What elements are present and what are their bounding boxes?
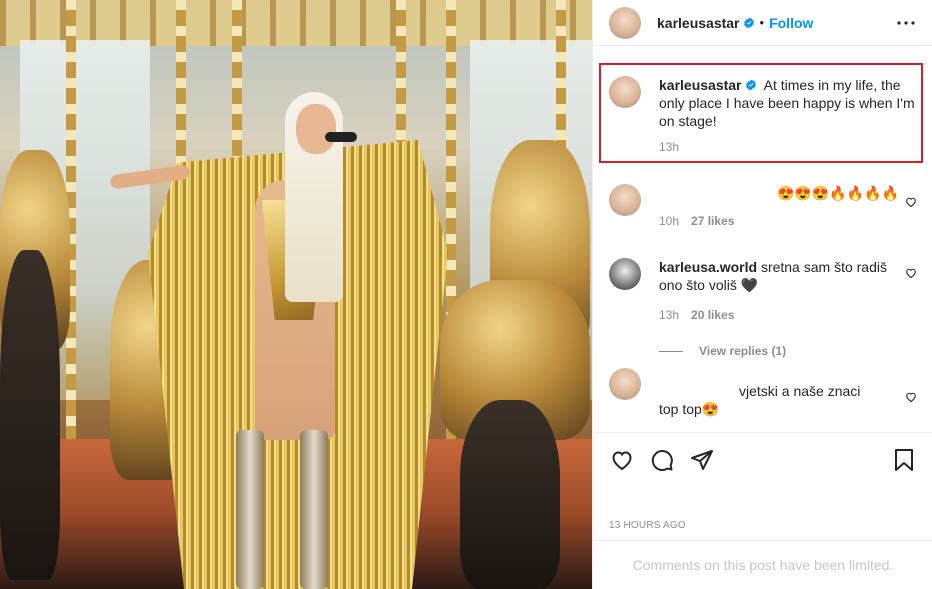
post-side-panel: karleusastar • Follow karleusastar At ti… [592, 0, 932, 589]
comment-likes[interactable]: 20 likes [691, 308, 734, 322]
comment-author[interactable]: karleusa.world [659, 259, 757, 275]
commenter-avatar[interactable] [609, 368, 641, 400]
save-button[interactable] [891, 447, 917, 473]
comment-text: 😍😍😍🔥🔥🔥🔥 [776, 185, 899, 201]
caption: karleusastar At times in my life, the on… [609, 76, 917, 154]
caption-meta: 13h [659, 140, 917, 154]
author-avatar[interactable] [609, 6, 641, 39]
comment-text-line1: vjetski a naše znaci [739, 383, 861, 399]
share-icon [691, 449, 713, 470]
post-photo[interactable] [0, 0, 592, 589]
comments-limited-notice: Comments on this post have been limited. [593, 540, 932, 589]
share-button[interactable] [689, 447, 715, 473]
caption-text: karleusastar At times in my life, the on… [659, 76, 917, 130]
heart-icon[interactable] [905, 267, 917, 279]
view-replies-button[interactable]: View replies (1) [659, 344, 786, 358]
dancer [460, 400, 560, 589]
comment: vjetski a naše znaci top top😍 [609, 368, 917, 418]
heart-icon[interactable] [905, 196, 917, 208]
post-timestamp[interactable]: 13 HOURS AGO [609, 520, 686, 531]
commenter-avatar[interactable] [609, 258, 641, 290]
caption-time: 13h [659, 140, 680, 154]
heart-icon[interactable] [905, 391, 917, 403]
heart-icon [612, 450, 632, 470]
replies-divider [659, 350, 683, 352]
like-button[interactable] [609, 447, 635, 473]
comment-text-line2: top top😍 [659, 401, 720, 417]
microphone [325, 132, 357, 142]
comment: karleusa.world sretna sam što radiš ono … [609, 258, 917, 322]
post-actions [593, 432, 932, 486]
verified-badge-icon [743, 17, 754, 28]
post-header: karleusastar • Follow [593, 0, 932, 46]
comment-time: 13h [659, 308, 680, 322]
comment-icon [651, 449, 673, 471]
caption-author[interactable]: karleusastar [659, 77, 742, 93]
performer-face [296, 104, 336, 154]
view-replies-label: View replies (1) [699, 344, 787, 358]
author-avatar[interactable] [609, 76, 641, 108]
comment-time: 10h [659, 214, 680, 228]
comments-list[interactable]: karleusastar At times in my life, the on… [593, 46, 932, 432]
author-username[interactable]: karleusastar [657, 15, 740, 31]
comment-text: karleusa.world sretna sam što radiš ono … [659, 258, 899, 294]
dancer [0, 250, 60, 580]
verified-badge-icon [745, 79, 756, 91]
comment-likes[interactable]: 27 likes [691, 214, 734, 228]
bookmark-icon [895, 448, 913, 471]
comment-button[interactable] [649, 447, 675, 473]
commenter-avatar[interactable] [609, 184, 641, 216]
performer-boot [236, 430, 264, 589]
comment: 😍😍😍🔥🔥🔥🔥 10h 27 likes [609, 184, 917, 228]
more-options-icon[interactable] [894, 11, 918, 35]
separator-dot: • [759, 15, 765, 30]
performer-boot [300, 430, 328, 589]
follow-button[interactable]: Follow [769, 15, 813, 31]
